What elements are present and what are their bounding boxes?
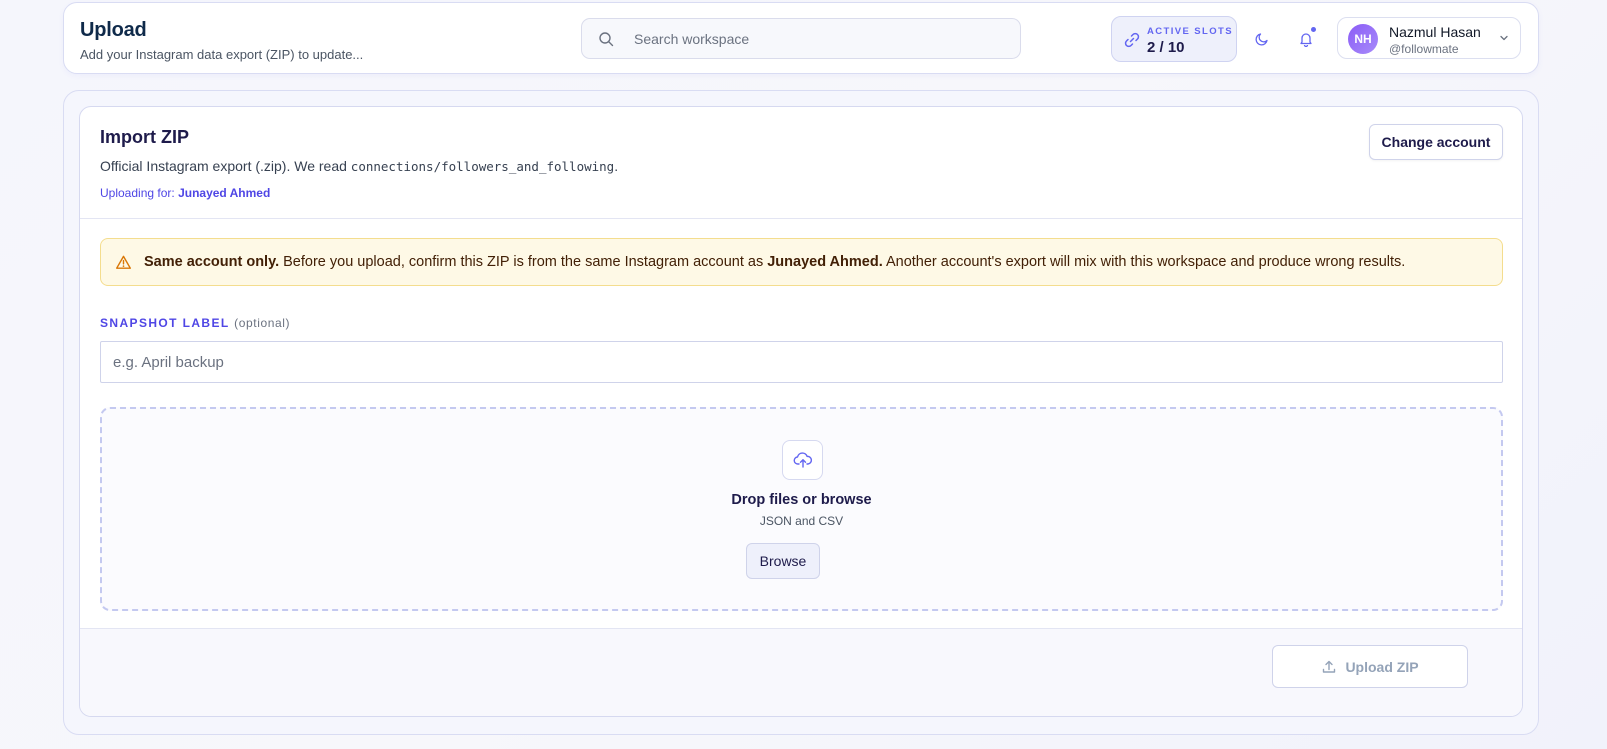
- search-placeholder: Search workspace: [634, 31, 750, 47]
- link-icon: [1124, 32, 1140, 48]
- snapshot-label-placeholder: e.g. April backup: [113, 354, 224, 371]
- snapshot-label-optional: (optional): [234, 316, 291, 330]
- bell-icon: [1300, 33, 1312, 47]
- card-footer: Upload ZIP: [80, 628, 1522, 716]
- search-input[interactable]: Search workspace: [581, 18, 1021, 59]
- notifications-button[interactable]: [1290, 23, 1322, 55]
- user-menu[interactable]: NH Nazmul Hasan @followmate: [1337, 17, 1521, 59]
- warning-text-2: Another account's export will mix with t…: [882, 254, 1406, 270]
- warning-account: Junayed Ahmed.: [767, 254, 883, 270]
- upload-zip-label: Upload ZIP: [1345, 658, 1419, 675]
- upload-zip-button[interactable]: Upload ZIP: [1272, 645, 1468, 688]
- moon-icon: [1255, 33, 1268, 46]
- card-title: Import ZIP: [100, 127, 189, 147]
- active-slots-badge: ACTIVE SLOTS 2 / 10: [1111, 16, 1237, 62]
- page-title: Upload: [80, 19, 147, 41]
- search-icon: [599, 32, 614, 47]
- chevron-down-icon: [1500, 35, 1508, 41]
- snapshot-label-text: SNAPSHOT LABEL: [100, 316, 230, 330]
- warning-text: Same account only. Before you upload, co…: [144, 254, 1405, 270]
- avatar: NH: [1348, 24, 1378, 54]
- user-handle: @followmate: [1389, 42, 1459, 56]
- uploading-for-account: Junayed Ahmed: [178, 186, 271, 200]
- uploading-for: Uploading for: Junayed Ahmed: [100, 186, 270, 200]
- desc-code-path: connections/followers_and_following: [350, 159, 615, 174]
- file-dropzone[interactable]: Drop files or browse JSON and CSV Browse: [100, 407, 1503, 611]
- snapshot-label-heading: SNAPSHOT LABEL (optional): [100, 316, 290, 330]
- page-subtitle: Add your Instagram data export (ZIP) to …: [80, 47, 364, 62]
- dropzone-title: Drop files or browse: [731, 492, 872, 508]
- snapshot-label-input[interactable]: e.g. April backup: [100, 341, 1503, 383]
- upload-cloud-icon: [782, 440, 823, 480]
- desc-prefix: Official Instagram export (.zip). We rea…: [100, 158, 351, 174]
- upload-icon: [1323, 660, 1336, 673]
- import-zip-card: Import ZIP Official Instagram export (.z…: [79, 106, 1523, 717]
- warning-text-1: Before you upload, confirm this ZIP is f…: [279, 254, 768, 270]
- top-header: Upload Add your Instagram data export (Z…: [63, 2, 1539, 74]
- dropzone-subtitle: JSON and CSV: [759, 514, 844, 528]
- change-account-button[interactable]: Change account: [1369, 124, 1503, 160]
- uploading-for-label: Uploading for:: [100, 186, 175, 200]
- user-name: Nazmul Hasan: [1389, 24, 1481, 40]
- notification-dot: [1311, 27, 1316, 32]
- slots-value: 2 / 10: [1147, 39, 1185, 56]
- warning-icon: [115, 255, 132, 269]
- theme-toggle-button[interactable]: [1246, 23, 1278, 55]
- desc-suffix: .: [614, 158, 619, 174]
- divider: [80, 218, 1522, 219]
- warning-strong: Same account only.: [144, 254, 280, 270]
- same-account-warning: Same account only. Before you upload, co…: [100, 238, 1503, 286]
- card-description: Official Instagram export (.zip). We rea…: [100, 158, 618, 174]
- browse-button[interactable]: Browse: [746, 543, 820, 579]
- slots-label: ACTIVE SLOTS: [1147, 26, 1233, 37]
